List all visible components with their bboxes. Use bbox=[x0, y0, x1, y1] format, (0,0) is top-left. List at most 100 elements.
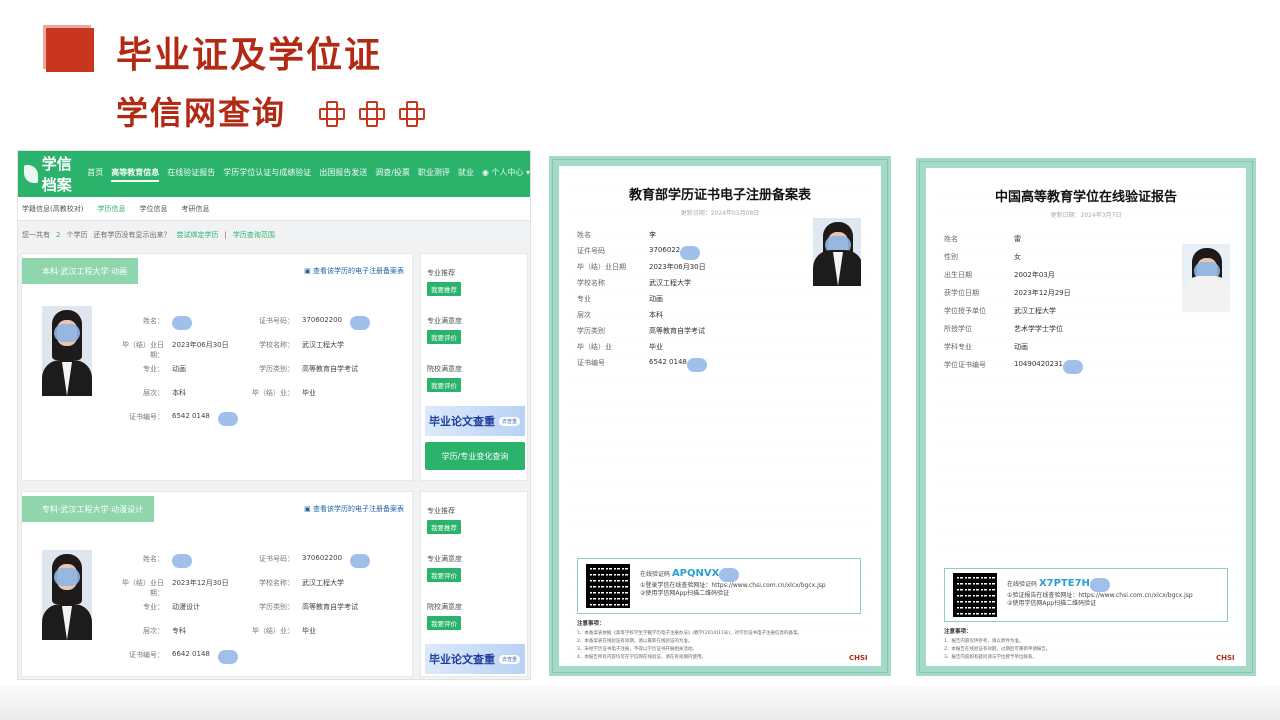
field-name: 姓名： bbox=[112, 554, 192, 568]
side-panel: 专业推荐 我要推荐 专业满意度 我要评价 院校满意度 我要评价 毕业论文查重 去查… bbox=[420, 253, 528, 481]
row-label: 姓名 bbox=[944, 235, 958, 243]
field-label: 学校名称： bbox=[259, 341, 294, 349]
xuexin-nav: 首页 高等教育信息 在线验证报告 学历学位认证与成绩验证 出国报告发送 调查/投… bbox=[87, 167, 530, 182]
field-category: 学历类别： 高等教育自学考试 bbox=[242, 364, 358, 374]
verification-box: 在线验证码 APQNVX ①登录学信在线查验网址：https://www.chs… bbox=[577, 558, 861, 614]
redaction-blur bbox=[680, 246, 701, 260]
tab-degree[interactable]: 学位信息 bbox=[139, 204, 167, 214]
nav-employment[interactable]: 就业 bbox=[458, 167, 474, 182]
field-value: 370602200 bbox=[302, 316, 343, 324]
nav-home[interactable]: 首页 bbox=[87, 167, 103, 182]
row-label: 毕（结）业日期 bbox=[577, 263, 626, 271]
rate-school-button[interactable]: 我要评价 bbox=[427, 616, 461, 630]
nav-certification[interactable]: 学历学位认证与成绩验证 bbox=[223, 167, 311, 182]
student-photo bbox=[42, 306, 92, 396]
count-number: 2 bbox=[56, 231, 61, 239]
tab-education[interactable]: 学历信息 bbox=[97, 204, 125, 214]
school-satisfaction-label: 院校满意度 bbox=[427, 603, 462, 611]
separator: | bbox=[224, 231, 227, 239]
cert-row: 学科专业 动画 bbox=[944, 342, 1028, 352]
field-label: 专业： bbox=[143, 365, 164, 373]
field-label: 毕（结）业： bbox=[252, 627, 294, 635]
cert-notes: 注意事项： 1、报告内容仅供参考，请以原件为准。 2、本报告在线验证有效期，过期… bbox=[944, 628, 1214, 662]
redaction-blur bbox=[350, 554, 371, 568]
query-range-link[interactable]: 学历查询范围 bbox=[233, 230, 275, 240]
tab-postgraduate[interactable]: 考研信息 bbox=[181, 204, 209, 214]
note-item: 1、报告内容仅供参考，请以原件为准。 bbox=[944, 638, 1024, 644]
sub-tabs: 学籍信息(高教校对) 学历信息 学位信息 考研信息 bbox=[18, 197, 530, 221]
nav-survey[interactable]: 调查/投票 bbox=[375, 167, 410, 182]
recommend-button[interactable]: 我要推荐 bbox=[427, 520, 461, 534]
field-value: 高等教育自学考试 bbox=[302, 365, 358, 373]
cert-title: 教育部学历证书电子注册备案表 bbox=[628, 188, 811, 203]
row-label: 获学位日期 bbox=[944, 289, 979, 297]
record-tag: 本科·武汉工程大学·动画 bbox=[22, 258, 138, 284]
rate-school-button[interactable]: 我要评价 bbox=[427, 378, 461, 392]
bind-education-link[interactable]: 尝试绑定学历 bbox=[176, 230, 218, 240]
qr-code-icon[interactable] bbox=[586, 564, 630, 608]
row-value: 本科 bbox=[649, 311, 663, 319]
nav-online-report[interactable]: 在线验证报告 bbox=[167, 167, 215, 182]
cert-row: 姓名 雷 bbox=[944, 234, 1021, 244]
student-photo bbox=[42, 550, 92, 640]
field-value: 毕业 bbox=[302, 627, 316, 635]
rate-major-button[interactable]: 我要评价 bbox=[427, 330, 461, 344]
chsi-logo: CHSI bbox=[849, 654, 868, 662]
row-value: 高等教育自学考试 bbox=[649, 327, 705, 335]
title-accent-block bbox=[46, 28, 94, 72]
field-value: 本科 bbox=[172, 389, 186, 397]
row-value: 3706022 bbox=[649, 246, 681, 254]
view-registration-link[interactable]: ▣ 查看该学历的电子注册备案表 bbox=[304, 504, 404, 514]
cert-row: 所授学位 艺术学学士学位 bbox=[944, 324, 1063, 334]
field-grad-date: 毕（结）业日期： 2023年12月30日 bbox=[112, 578, 229, 598]
degree-verification-report: 中国高等教育学位在线验证报告 更新日期：2024年3月7日 姓名 雷 性别 女 出生… bbox=[916, 158, 1256, 676]
row-label: 性别 bbox=[944, 253, 958, 261]
count-suffix: 个学历 bbox=[66, 231, 88, 239]
cert-row: 证件号码 3706022 bbox=[577, 246, 701, 260]
paper-check-ad[interactable]: 毕业论文查重 去查重 bbox=[425, 644, 525, 674]
note-item: 3、报告内容如有疑问请与学位授予单位联系。 bbox=[944, 655, 1037, 661]
row-value: 2023年06月30日 bbox=[649, 263, 706, 271]
tab-student-status[interactable]: 学籍信息(高教校对) bbox=[22, 204, 83, 214]
slide-subtitle: 学信网查询 bbox=[116, 94, 287, 132]
code-label: 在线验证码 bbox=[1007, 581, 1038, 588]
cert-update-date: 更新日期：2024年3月7日 bbox=[1050, 212, 1122, 219]
redaction-blur bbox=[217, 412, 238, 426]
field-label: 学历类别： bbox=[259, 365, 294, 373]
cert-row: 学历类别 高等教育自学考试 bbox=[577, 326, 705, 336]
field-grad-status: 毕（结）业： 毕业 bbox=[242, 388, 316, 398]
chsi-logo-icon bbox=[24, 165, 38, 183]
field-label: 专业： bbox=[143, 603, 164, 611]
paper-check-ad[interactable]: 毕业论文查重 去查重 bbox=[425, 406, 525, 436]
row-label: 学历类别 bbox=[577, 327, 605, 335]
plus-icon bbox=[398, 100, 425, 127]
view-registration-link[interactable]: ▣ 查看该学历的电子注册备案表 bbox=[304, 266, 404, 276]
decorative-crosses bbox=[318, 100, 425, 127]
rate-major-button[interactable]: 我要评价 bbox=[427, 568, 461, 582]
nav-career-test[interactable]: 职业测评 bbox=[418, 167, 450, 182]
change-query-button[interactable]: 学历/专业变化查询 bbox=[425, 442, 525, 470]
notes-title: 注意事项： bbox=[577, 621, 605, 627]
nav-abroad-report[interactable]: 出国报告发送 bbox=[319, 167, 367, 182]
chsi-logo: CHSI bbox=[1216, 654, 1235, 662]
ad-text: 毕业论文查重 bbox=[429, 653, 495, 666]
cert-row: 学位证书编号 10490420231 bbox=[944, 360, 1083, 374]
nav-higher-education[interactable]: 高等教育信息 bbox=[111, 167, 160, 182]
recommend-button[interactable]: 我要推荐 bbox=[427, 282, 461, 296]
field-value: 6542 0148 bbox=[172, 412, 210, 420]
nav-personal-center[interactable]: ◉ 个人中心 ▾ bbox=[482, 167, 530, 182]
field-label: 毕（结）业： bbox=[252, 389, 294, 397]
field-value: 动画 bbox=[172, 365, 186, 373]
cert-row: 毕（结）业日期 2023年06月30日 bbox=[577, 262, 706, 272]
record-count: 您一共有 2 个学历 还有学历没有显示出来？ 尝试绑定学历 | 学历查询范围 bbox=[18, 221, 530, 249]
notes-title: 注意事项： bbox=[944, 629, 972, 635]
field-label: 毕（结）业日期： bbox=[122, 579, 164, 597]
qr-code-icon[interactable] bbox=[953, 573, 997, 617]
verification-text: 在线验证码 X7PTE7H ①验证报告在线查验网址：https://www.ch… bbox=[1007, 577, 1193, 609]
cert-row: 证书编号 6542 0148 bbox=[577, 358, 707, 372]
major-satisfaction-label: 专业满意度 bbox=[427, 555, 462, 563]
cert-row: 专业 动画 bbox=[577, 294, 663, 304]
xuexin-logo[interactable]: 学信档案 bbox=[24, 153, 79, 195]
row-label: 所授学位 bbox=[944, 325, 972, 333]
row-value: 李 bbox=[649, 231, 656, 239]
